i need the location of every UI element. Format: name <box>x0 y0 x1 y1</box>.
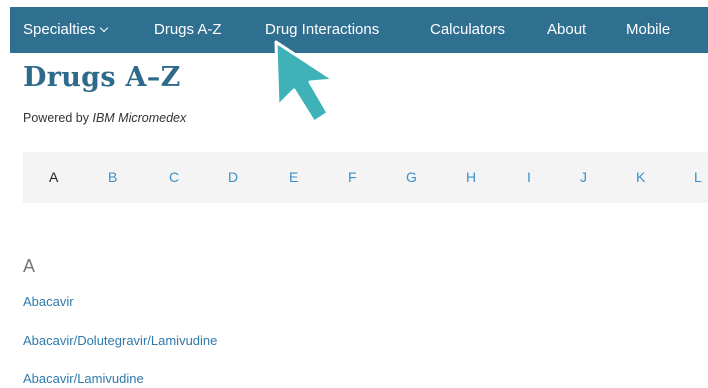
chevron-down-icon <box>99 23 108 33</box>
alpha-letter-h[interactable]: H <box>466 169 476 185</box>
alpha-letter-b[interactable]: B <box>108 169 117 185</box>
alpha-letter-g[interactable]: G <box>406 169 417 185</box>
alpha-letter-i[interactable]: I <box>527 169 531 185</box>
pointer-arrow-icon <box>274 40 336 124</box>
nav-item-label: Calculators <box>430 21 506 38</box>
drug-link-abacavir[interactable]: Abacavir <box>23 294 74 309</box>
nav-item-specialties[interactable]: Specialties <box>23 21 108 38</box>
alphabet-filter-bar: A B C D E F G H I J K L <box>23 152 708 203</box>
powered-by-brand: IBM Micromedex <box>92 111 187 125</box>
alpha-letter-e[interactable]: E <box>289 169 298 185</box>
alpha-letter-c[interactable]: C <box>169 169 179 185</box>
page-title: Drugs A–Z <box>23 62 181 93</box>
alpha-letter-k[interactable]: K <box>636 169 645 185</box>
nav-item-drugs-a-z[interactable]: Drugs A-Z <box>154 21 222 38</box>
alpha-letter-l[interactable]: L <box>694 169 702 185</box>
section-heading: A <box>23 256 36 276</box>
nav-item-drug-interactions[interactable]: Drug Interactions <box>265 21 379 38</box>
alpha-letter-j[interactable]: J <box>580 169 587 185</box>
nav-item-label: Mobile <box>626 21 671 38</box>
nav-item-label: Drug Interactions <box>265 21 380 38</box>
top-nav-bar: Specialties Drugs A-Z Drug Interactions … <box>10 7 708 53</box>
nav-item-about[interactable]: About <box>547 21 586 38</box>
nav-item-label: About <box>547 21 587 38</box>
drug-link-abacavir-lamivudine[interactable]: Abacavir/Lamivudine <box>23 371 144 386</box>
nav-item-label: Specialties <box>23 21 96 38</box>
nav-item-calculators[interactable]: Calculators <box>430 21 505 38</box>
alpha-letter-d[interactable]: D <box>228 169 238 185</box>
nav-item-label: Drugs A-Z <box>154 21 222 38</box>
powered-by-text: Powered by IBM Micromedex <box>23 111 186 125</box>
alpha-letter-f[interactable]: F <box>348 169 357 185</box>
drug-link-abacavir-dolutegravir-lamivudine[interactable]: Abacavir/Dolutegravir/Lamivudine <box>23 333 217 348</box>
powered-by-prefix: Powered by <box>23 111 93 125</box>
nav-item-mobile[interactable]: Mobile <box>626 21 670 38</box>
alpha-letter-a[interactable]: A <box>49 169 58 185</box>
